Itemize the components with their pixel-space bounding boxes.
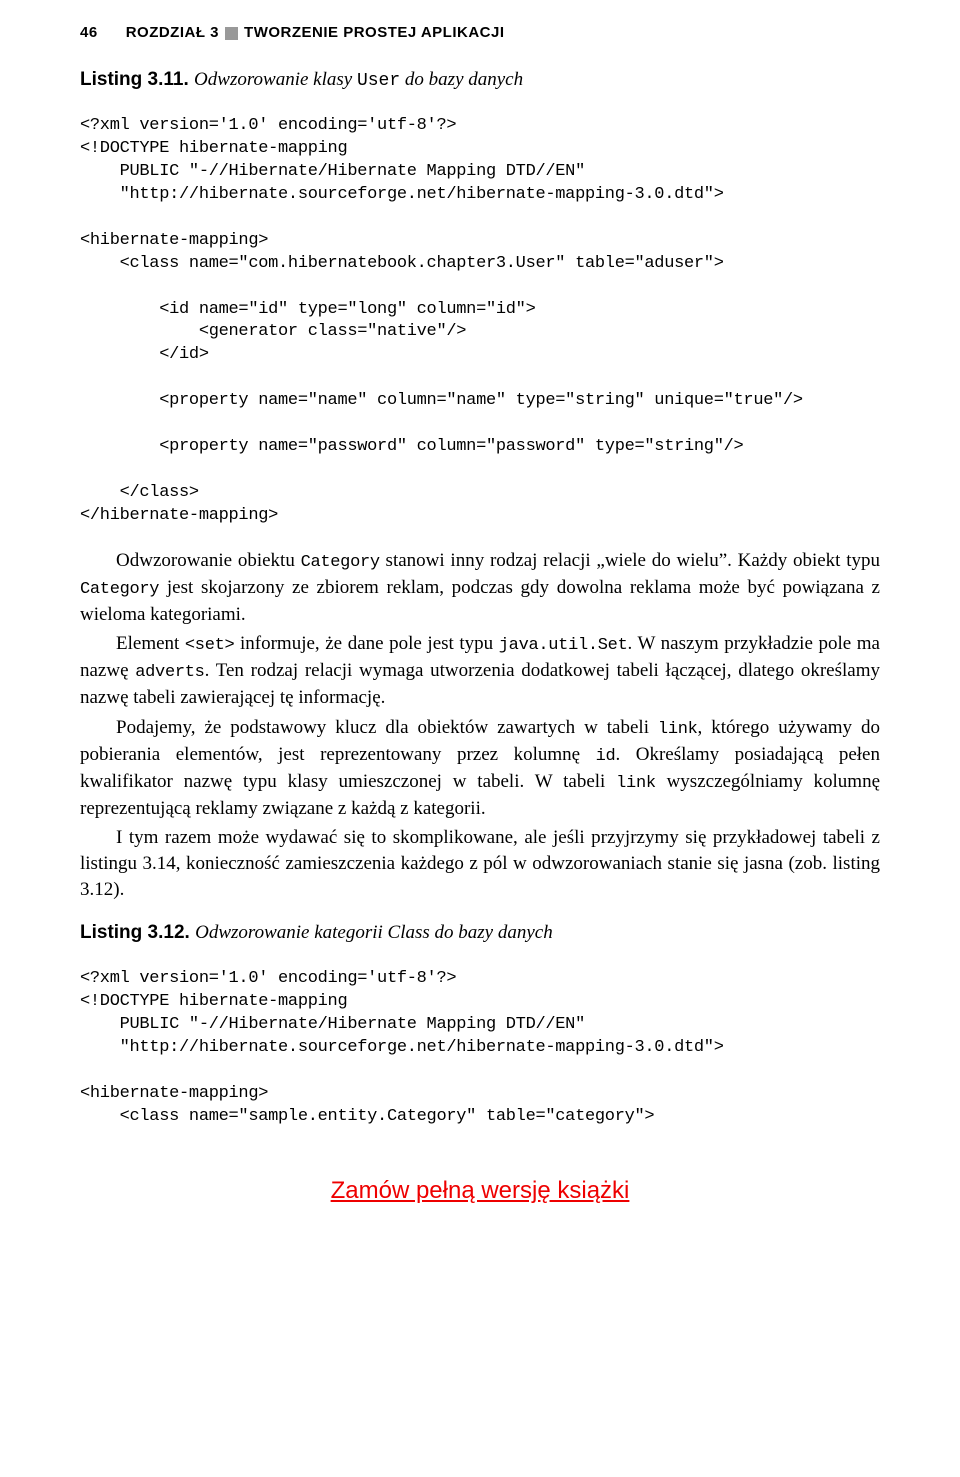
p3-text-a: Podajemy, że podstawowy klucz dla obiekt… (116, 717, 658, 738)
order-full-version-link[interactable]: Zamów pełną wersję książki (331, 1177, 630, 1204)
page-number: 46 (80, 24, 98, 41)
listing-caption-after: do bazy danych (400, 69, 523, 90)
listing-label: Listing 3.11. (80, 69, 189, 90)
p2-mono-1: <set> (185, 636, 235, 655)
document-page: 46 ROZDZIAŁ 3 TWORZENIE PROSTEJ APLIKACJ… (0, 0, 960, 1245)
listing-caption-mono: User (357, 71, 400, 91)
listing-caption-312: Odwzorowanie kategorii Class do bazy dan… (195, 922, 553, 943)
p2-text-a: Element (116, 633, 185, 654)
listing-312-title: Listing 3.12. Odwzorowanie kategorii Cla… (80, 922, 880, 944)
footer-link-container: Zamów pełną wersję książki (80, 1177, 880, 1205)
p3-mono-2: id (596, 747, 616, 766)
p1-text-b: stanowi inny rodzaj relacji „wiele do wi… (380, 550, 880, 571)
paragraph-3: Podajemy, że podstawowy klucz dla obiekt… (80, 715, 880, 821)
code-block-312: <?xml version='1.0' encoding='utf-8'?> <… (80, 968, 880, 1129)
p3-mono-1: link (658, 720, 698, 739)
p2-mono-3: adverts (135, 663, 204, 682)
listing-caption-before: Odwzorowanie klasy (194, 69, 357, 90)
listing-311-title: Listing 3.11. Odwzorowanie klasy User do… (80, 69, 880, 91)
paragraph-1: Odwzorowanie obiektu Category stanowi in… (80, 548, 880, 628)
p2-text-b: informuje, że dane pole jest typu (234, 633, 498, 654)
listing-label-312: Listing 3.12. (80, 922, 190, 943)
paragraph-2: Element <set> informuje, że dane pole je… (80, 631, 880, 711)
page-header: 46 ROZDZIAŁ 3 TWORZENIE PROSTEJ APLIKACJ… (80, 24, 880, 41)
p2-mono-2: java.util.Set (499, 636, 628, 655)
paragraph-4: I tym razem może wydawać się to skomplik… (80, 825, 880, 902)
chapter-title: TWORZENIE PROSTEJ APLIKACJI (244, 24, 504, 41)
p1-text-c: jest skojarzony ze zbiorem reklam, podcz… (80, 577, 880, 625)
p1-text-a: Odwzorowanie obiektu (116, 550, 301, 571)
p4-text: I tym razem może wydawać się to skomplik… (80, 827, 880, 899)
p3-mono-3: link (616, 774, 656, 793)
chapter-prefix: ROZDZIAŁ 3 (126, 24, 219, 41)
p1-mono-2: Category (80, 580, 159, 599)
square-separator-icon (225, 27, 238, 40)
p1-mono-1: Category (301, 553, 380, 572)
code-block-311: <?xml version='1.0' encoding='utf-8'?> <… (80, 115, 880, 528)
